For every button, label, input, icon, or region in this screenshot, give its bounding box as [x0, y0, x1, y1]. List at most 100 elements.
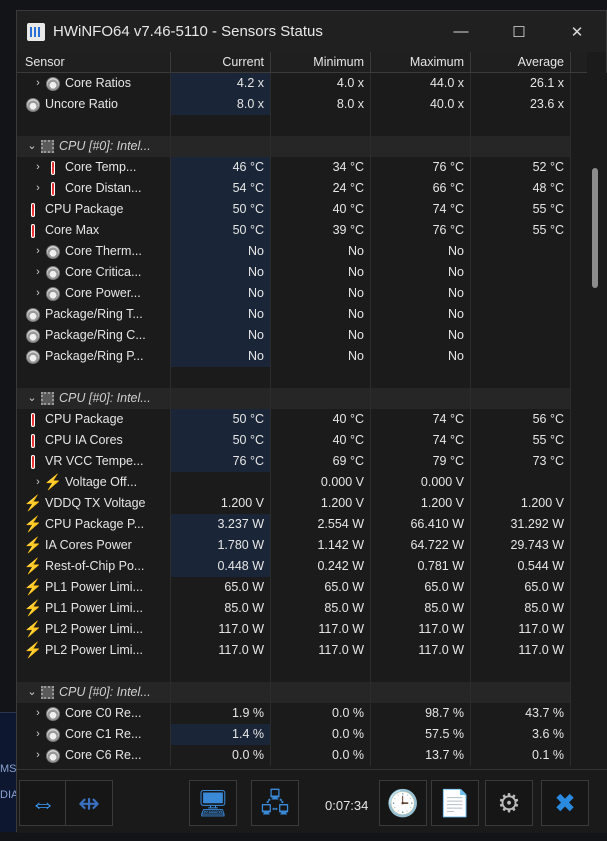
collapse-arrows-button[interactable]: ⇹	[65, 780, 113, 826]
average-value: 31.292 W	[471, 514, 571, 535]
sensor-row[interactable]: ⚡ PL1 Power Limi... 85.0 W 85.0 W 85.0 W 85.0…	[17, 598, 587, 619]
expand-chevron-icon[interactable]: ›	[31, 745, 45, 766]
sensor-row[interactable]: Core Max 50 °C 39 °C 76 °C 55 °C	[17, 220, 587, 241]
sensor-row[interactable]: CPU Package 50 °C 40 °C 74 °C 56 °C	[17, 409, 587, 430]
collapse-chevron-icon[interactable]: ⌄	[25, 388, 39, 409]
group-empty-cell	[471, 682, 571, 703]
empty-cell	[17, 367, 171, 388]
sensor-row[interactable]: ⚡ PL1 Power Limi... 65.0 W 65.0 W 65.0 W 65.0…	[17, 577, 587, 598]
sensor-row[interactable]: › Core C0 Re... 1.9 % 0.0 % 98.7 % 43.7 %	[17, 703, 587, 724]
sensor-row[interactable]: › Core Temp... 46 °C 34 °C 76 °C 52 °C	[17, 157, 587, 178]
average-value: 73 °C	[471, 451, 571, 472]
sensor-row[interactable]: ⚡ CPU Package P... 3.237 W 2.554 W 66.410 W3…	[17, 514, 587, 535]
collapse-chevron-icon[interactable]: ⌄	[25, 136, 39, 157]
empty-cell	[371, 115, 471, 136]
sensor-row[interactable]: ⚡ VDDQ TX Voltage 1.200 V 1.200 V 1.200 V 1.2…	[17, 493, 587, 514]
sensor-group-row[interactable]: ⌄ CPU [#0]: Intel...	[17, 682, 587, 703]
scrollbar-thumb[interactable]	[592, 168, 598, 288]
sensor-name: Package/Ring P...	[45, 349, 144, 363]
average-value	[471, 241, 571, 262]
sensor-row[interactable]: VR VCC Tempe... 76 °C 69 °C 79 °C 73 °C	[17, 451, 587, 472]
average-value	[471, 262, 571, 283]
sensor-row[interactable]: Package/Ring P... No No No	[17, 346, 587, 367]
sensor-row[interactable]: › Core C6 Re... 0.0 % 0.0 % 13.7 % 0.1 %	[17, 745, 587, 766]
vertical-scrollbar[interactable]	[587, 73, 607, 769]
sensor-name: Core C0 Re...	[65, 706, 142, 720]
maximize-button[interactable]: ☐	[490, 11, 548, 52]
column-header-average[interactable]: Average	[471, 52, 571, 73]
close-button[interactable]: ✕	[548, 11, 606, 52]
group-name-cell: ⌄ CPU [#0]: Intel...	[17, 682, 171, 703]
gauge-icon	[45, 706, 61, 722]
minimum-value: 4.0 x	[271, 73, 371, 94]
network-sensor-button[interactable]: 🖥	[189, 780, 237, 826]
current-value: 50 °C	[171, 220, 271, 241]
collapse-arrows-icon: ⇹	[78, 788, 100, 818]
sensor-name: CPU Package P...	[45, 517, 145, 531]
sensor-group-row[interactable]: ⌄ CPU [#0]: Intel...	[17, 388, 587, 409]
expand-arrows-button[interactable]: ⇔	[19, 780, 67, 826]
empty-cell	[271, 115, 371, 136]
maximum-value: 74 °C	[371, 199, 471, 220]
blank-row	[17, 367, 587, 388]
logging-button[interactable]: 📄	[431, 780, 479, 826]
sensor-row[interactable]: › Core C1 Re... 1.4 % 0.0 % 57.5 % 3.6 %	[17, 724, 587, 745]
empty-cell	[371, 367, 471, 388]
minimum-value: 34 °C	[271, 157, 371, 178]
minimize-button[interactable]: —	[432, 11, 490, 52]
thermometer-icon	[45, 160, 61, 176]
sensor-row[interactable]: ⚡ Rest-of-Chip Po... 0.448 W 0.242 W 0.781 W…	[17, 556, 587, 577]
column-header-minimum[interactable]: Minimum	[271, 52, 371, 73]
sensor-name: Voltage Off...	[65, 475, 138, 489]
maximum-value: 13.7 %	[371, 745, 471, 766]
settings-gear-button[interactable]: ⚙	[485, 780, 533, 826]
sensor-row[interactable]: CPU Package 50 °C 40 °C 74 °C 55 °C	[17, 199, 587, 220]
sensor-row[interactable]: CPU IA Cores 50 °C 40 °C 74 °C 55 °C	[17, 430, 587, 451]
sensor-row[interactable]: ⚡ IA Cores Power 1.780 W 1.142 W 64.722 W 29.…	[17, 535, 587, 556]
sensor-row[interactable]: › Core Therm... No No No	[17, 241, 587, 262]
column-header-maximum[interactable]: Maximum	[371, 52, 471, 73]
expand-chevron-icon[interactable]: ›	[31, 724, 45, 745]
average-value: 55 °C	[471, 199, 571, 220]
maximum-value: 0.781 W	[371, 556, 471, 577]
group-empty-cell	[271, 136, 371, 157]
expand-chevron-icon[interactable]: ›	[31, 262, 45, 283]
sensor-row[interactable]: › Core Distan... 54 °C 24 °C 66 °C 48 °C	[17, 178, 587, 199]
network-share-button[interactable]: 🖧	[251, 780, 299, 826]
column-header-sensor[interactable]: Sensor	[17, 52, 171, 73]
sensor-name-cell: ⚡ CPU Package P...	[17, 514, 171, 535]
minimum-value: 0.0 %	[271, 724, 371, 745]
sensor-row[interactable]: Package/Ring C... No No No	[17, 325, 587, 346]
sensor-row[interactable]: Uncore Ratio 8.0 x 8.0 x 40.0 x 23.6 x	[17, 94, 587, 115]
expand-chevron-icon[interactable]: ›	[31, 703, 45, 724]
maximum-value: No	[371, 346, 471, 367]
sensor-row[interactable]: › Core Critica... No No No	[17, 262, 587, 283]
clock-button[interactable]: 🕒	[379, 780, 427, 826]
expand-chevron-icon[interactable]: ›	[31, 283, 45, 304]
expand-chevron-icon[interactable]: ›	[31, 157, 45, 178]
title-bar[interactable]: HWiNFO64 v7.46-5110 - Sensors Status — ☐…	[17, 11, 606, 52]
current-value: No	[171, 346, 271, 367]
current-value: 46 °C	[171, 157, 271, 178]
average-value: 29.743 W	[471, 535, 571, 556]
average-value: 3.6 %	[471, 724, 571, 745]
sensor-row[interactable]: › ⚡ Voltage Off... 0.000 V 0.000 V	[17, 472, 587, 493]
sensor-row[interactable]: Package/Ring T... No No No	[17, 304, 587, 325]
expand-chevron-icon[interactable]: ›	[31, 178, 45, 199]
sensor-name: Core Distan...	[65, 181, 142, 195]
gauge-icon	[25, 328, 41, 344]
sensor-row[interactable]: ⚡ PL2 Power Limi... 117.0 W 117.0 W 117.0 W1…	[17, 640, 587, 661]
collapse-chevron-icon[interactable]: ⌄	[25, 682, 39, 703]
column-header-current[interactable]: Current	[171, 52, 271, 73]
sensor-row[interactable]: ⚡ PL2 Power Limi... 117.0 W 117.0 W 117.0 W1…	[17, 619, 587, 640]
group-empty-cell	[171, 388, 271, 409]
expand-chevron-icon[interactable]: ›	[31, 241, 45, 262]
sensor-name: Rest-of-Chip Po...	[45, 559, 145, 573]
close-x-button[interactable]: ✖	[541, 780, 589, 826]
sensor-row[interactable]: › Core Ratios 4.2 x 4.0 x 44.0 x 26.1 x	[17, 73, 587, 94]
current-value: 50 °C	[171, 409, 271, 430]
current-value: 1.200 V	[171, 493, 271, 514]
expand-chevron-icon[interactable]: ›	[31, 73, 45, 94]
sensor-group-row[interactable]: ⌄ CPU [#0]: Intel...	[17, 136, 587, 157]
sensor-row[interactable]: › Core Power... No No No	[17, 283, 587, 304]
